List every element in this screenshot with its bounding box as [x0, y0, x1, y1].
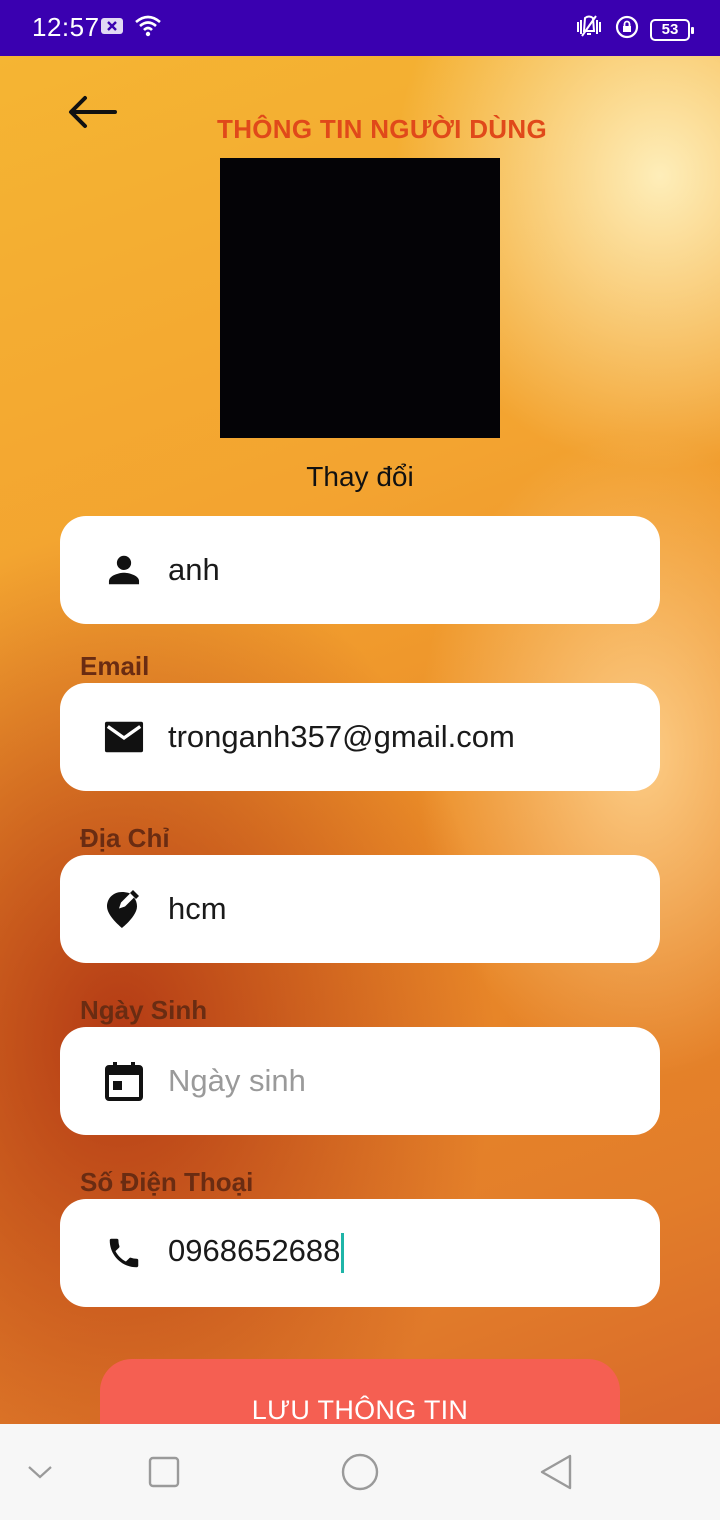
mail-icon — [104, 717, 144, 757]
birthday-placeholder: Ngày sinh — [168, 1063, 306, 1098]
phone-text: 0968652688 — [168, 1233, 341, 1269]
square-icon — [148, 1456, 180, 1488]
change-avatar-link[interactable]: Thay đổi — [0, 461, 720, 493]
edit-location-icon — [104, 889, 144, 929]
name-field[interactable]: anh — [60, 516, 660, 624]
profile-screen: THÔNG TIN NGƯỜI DÙNG Thay đổi anh Email … — [0, 56, 720, 1424]
birthday-label: Ngày Sinh — [80, 995, 208, 1025]
nav-home-button[interactable] — [340, 1452, 380, 1492]
navigation-bar — [0, 1424, 720, 1520]
avatar-image[interactable] — [220, 158, 500, 438]
status-bar: 12:57 53 — [0, 0, 720, 56]
save-button[interactable]: LƯU THÔNG TIN — [100, 1359, 620, 1424]
nav-collapse-button[interactable] — [20, 1452, 60, 1492]
calendar-icon — [104, 1061, 144, 1101]
nav-back-button[interactable] — [536, 1452, 576, 1492]
phone-label: Số Điện Thoại — [80, 1167, 254, 1197]
vibrate-icon — [574, 14, 604, 45]
phone-field[interactable]: 0968652688 — [60, 1199, 660, 1307]
chevron-down-icon — [28, 1466, 52, 1479]
email-value: tronganh357@gmail.com — [168, 719, 515, 754]
name-value: anh — [168, 552, 220, 587]
wifi-icon — [134, 14, 162, 43]
battery-icon: 53 — [650, 18, 694, 41]
phone-value: 0968652688 — [168, 1233, 345, 1273]
address-field[interactable]: hcm — [60, 855, 660, 963]
address-label: Địa Chỉ — [80, 823, 170, 853]
notification-x-icon — [100, 14, 124, 43]
page-title: THÔNG TIN NGƯỜI DÙNG — [217, 114, 547, 144]
nav-recents-button[interactable] — [144, 1452, 184, 1492]
birthday-field[interactable]: Ngày sinh — [60, 1027, 660, 1135]
rotation-lock-icon — [614, 14, 640, 45]
phone-icon — [104, 1233, 144, 1273]
triangle-back-icon — [540, 1454, 572, 1490]
status-time: 12:57 — [32, 12, 100, 42]
email-label: Email — [80, 651, 150, 681]
address-value: hcm — [168, 891, 227, 926]
email-field[interactable]: tronganh357@gmail.com — [60, 683, 660, 791]
person-icon — [104, 550, 144, 590]
circle-icon — [341, 1453, 379, 1491]
text-cursor — [341, 1233, 345, 1273]
